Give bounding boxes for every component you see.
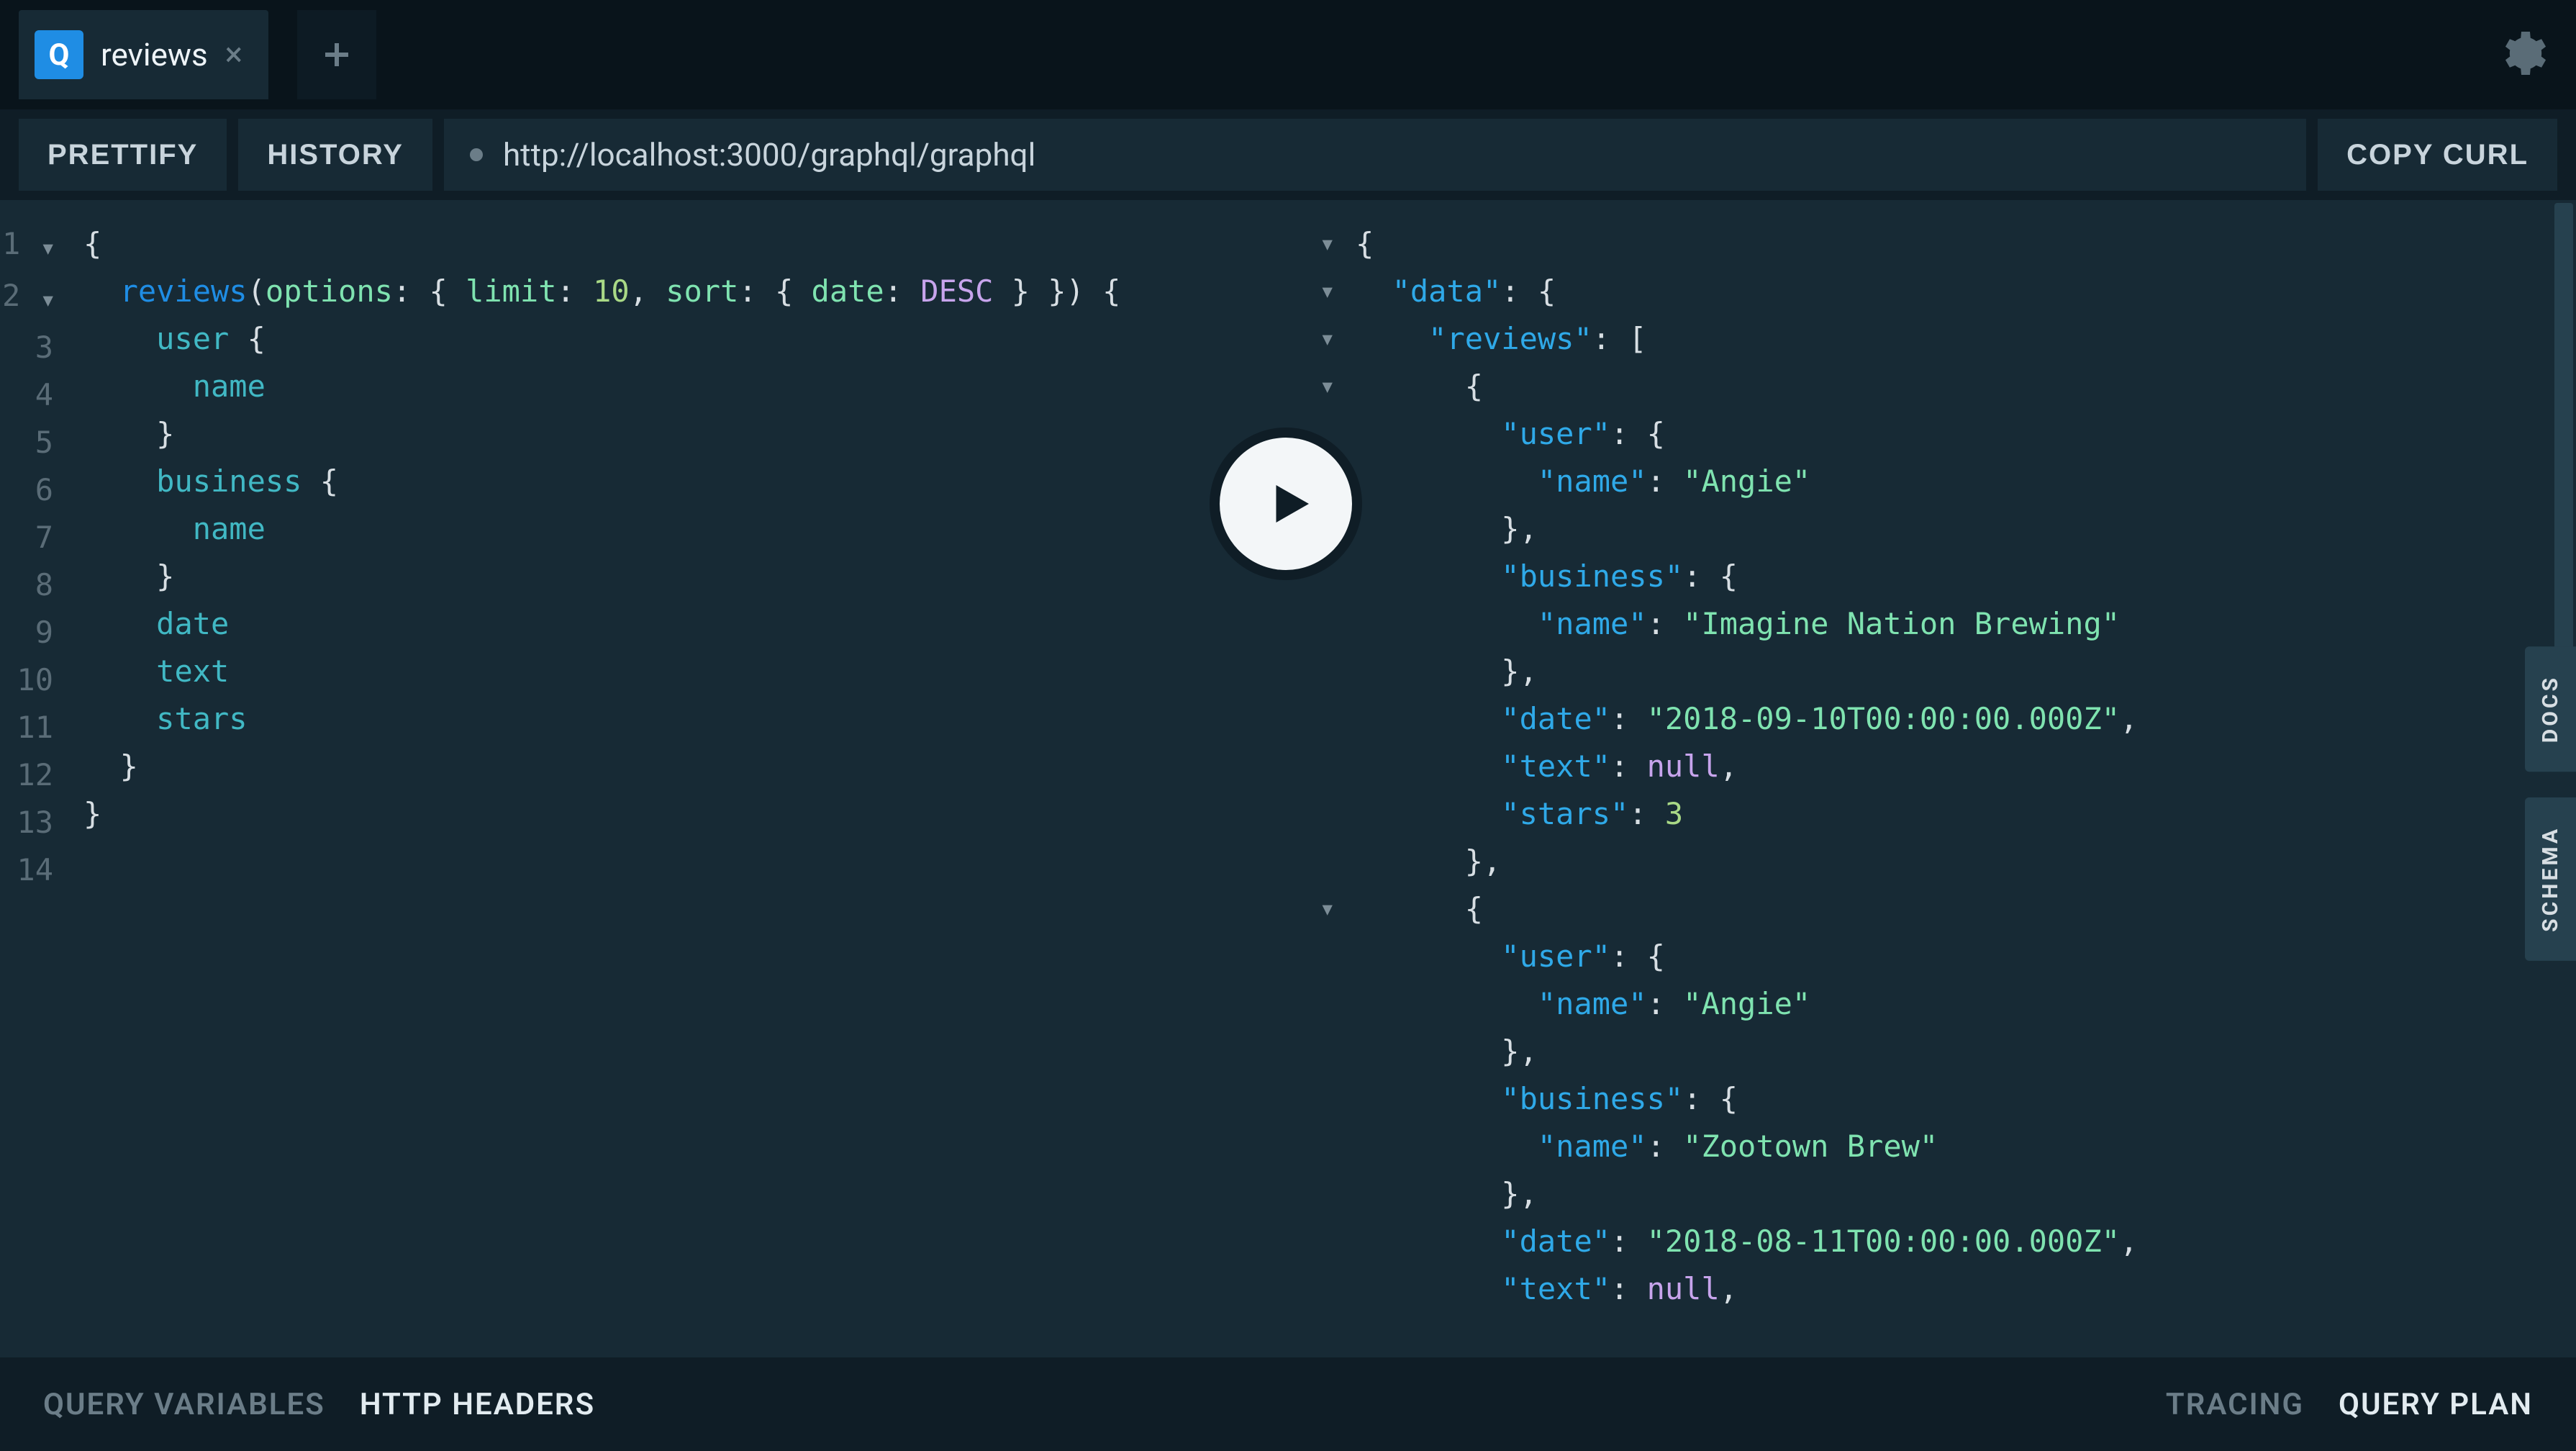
scroll-thumb[interactable] — [2554, 203, 2573, 707]
result-code[interactable]: { "data": { "reviews": [ { "user": { "na… — [1338, 200, 2576, 1357]
prettify-button[interactable]: PRETTIFY — [19, 119, 227, 191]
bottom-bar: QUERY VARIABLES HTTP HEADERS TRACING QUE… — [0, 1357, 2576, 1451]
fold-gutter: ▼▼▼▼ ▼ — [1288, 200, 1338, 1357]
plus-icon — [319, 37, 354, 72]
tab-title: reviews — [101, 36, 208, 73]
schema-tab[interactable]: SCHEMA — [2525, 797, 2576, 961]
main-split: 1 ▼2 ▼34567891011121314 { reviews(option… — [0, 200, 2576, 1357]
tab-query-variables[interactable]: QUERY VARIABLES — [43, 1387, 325, 1422]
tab-query-plan[interactable]: QUERY PLAN — [2339, 1387, 2533, 1422]
tab-badge: Q — [35, 30, 83, 79]
close-icon[interactable]: × — [225, 35, 243, 74]
url-text: http://localhost:3000/graphql/graphql — [503, 136, 1035, 173]
run-query-button[interactable] — [1220, 438, 1352, 570]
play-icon — [1262, 476, 1318, 532]
copy-curl-button[interactable]: COPY CURL — [2318, 119, 2557, 191]
query-editor[interactable]: 1 ▼2 ▼34567891011121314 { reviews(option… — [0, 200, 1288, 1357]
tab-tracing[interactable]: TRACING — [2166, 1387, 2304, 1422]
settings-button[interactable] — [2495, 27, 2547, 82]
docs-tab[interactable]: DOCS — [2525, 646, 2576, 772]
tab-reviews[interactable]: Q reviews × — [19, 10, 268, 99]
add-tab-button[interactable] — [297, 10, 376, 99]
toolbar: PRETTIFY HISTORY http://localhost:3000/g… — [0, 109, 2576, 200]
history-button[interactable]: HISTORY — [238, 119, 432, 191]
side-tabs: DOCS SCHEMA — [2525, 646, 2576, 961]
result-pane: ▼▼▼▼ ▼ { "data": { "reviews": [ { "user"… — [1288, 200, 2576, 1357]
status-dot-icon — [470, 148, 483, 161]
gear-icon — [2495, 27, 2547, 79]
tab-bar: Q reviews × — [0, 0, 2576, 109]
line-gutter: 1 ▼2 ▼34567891011121314 — [0, 200, 66, 1357]
url-input[interactable]: http://localhost:3000/graphql/graphql — [444, 119, 2306, 191]
tab-http-headers[interactable]: HTTP HEADERS — [360, 1387, 595, 1422]
query-code[interactable]: { reviews(options: { limit: 10, sort: { … — [66, 200, 1288, 1357]
